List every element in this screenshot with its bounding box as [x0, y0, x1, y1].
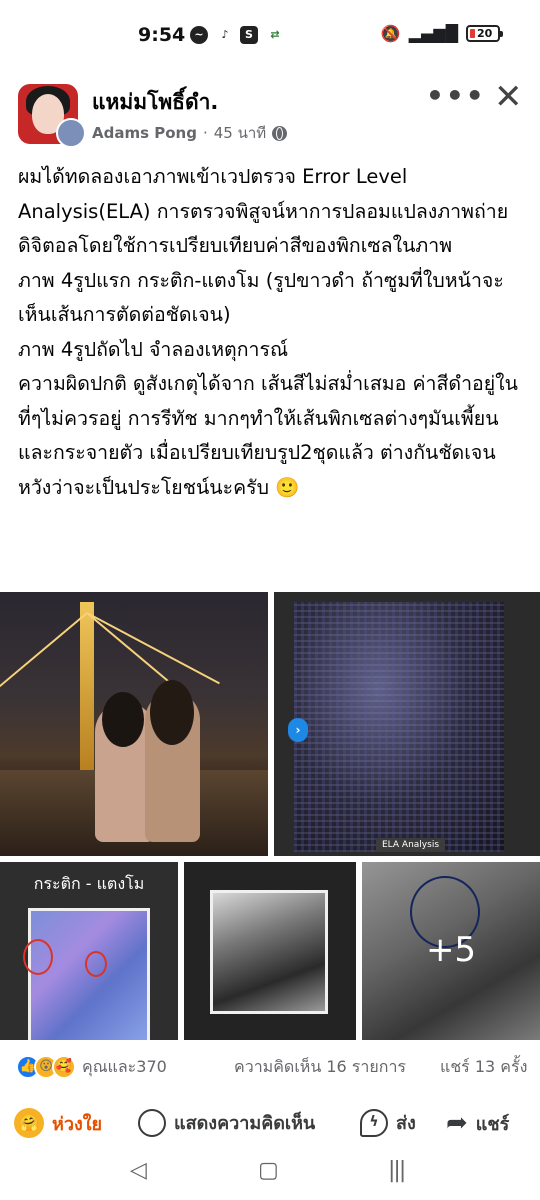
photo-3[interactable]: กระติก - แตงโม — [0, 862, 178, 1040]
photo-4[interactable] — [184, 862, 356, 1040]
globe-icon — [272, 125, 288, 141]
battery-icon: 20 — [466, 25, 503, 42]
reactions-row: 👍 😮 🥰 คุณและ370 ความคิดเห็น 16 รายการ แช… — [16, 1052, 536, 1082]
status-bar: 9:54 ~ ♪ S ⇄ 🔕 ▂▄▆█ 20 — [0, 0, 540, 66]
ela-thumbnail — [23, 908, 150, 1040]
tiktok-icon: ♪ — [216, 26, 234, 44]
send-button[interactable]: ϟ ส่ง — [360, 1108, 416, 1137]
care-button[interactable]: 🤗 ห่วงใย — [14, 1108, 102, 1138]
meta-separator: · — [202, 124, 208, 142]
comment-label: แสดงความคิดเห็น — [174, 1113, 316, 1134]
group-name[interactable]: แหม่มโพธิ์ดำ. — [92, 86, 218, 119]
messenger-send-icon: ϟ — [360, 1108, 388, 1137]
more-photos-count: +5 — [425, 930, 477, 970]
share-count[interactable]: แชร์ 13 ครั้ง — [440, 1055, 527, 1080]
comment-button[interactable]: แสดงความคิดเห็น — [138, 1108, 315, 1137]
post-time[interactable]: 45 นาที — [214, 121, 266, 145]
photo-2-ela[interactable]: › ELA Analysis — [274, 592, 540, 856]
post-meta: Adams Pong · 45 นาที — [92, 121, 288, 145]
reaction-count[interactable]: คุณและ370 — [82, 1055, 167, 1080]
send-label: ส่ง — [396, 1113, 416, 1134]
author-name[interactable]: Adams Pong — [92, 124, 197, 142]
photo-1[interactable] — [0, 592, 268, 856]
messenger-icon: ~ — [190, 26, 208, 44]
care-icon: 🤗 — [14, 1108, 44, 1138]
mute-icon: 🔕 — [380, 24, 401, 43]
share-icon: ➦ — [446, 1108, 468, 1138]
close-icon[interactable]: ✕ — [494, 80, 523, 114]
signal-icon: ▂▄▆█ — [408, 24, 458, 43]
back-icon[interactable]: ◁ — [130, 1158, 147, 1183]
comment-icon — [138, 1108, 166, 1137]
ela-label: ELA Analysis — [376, 838, 446, 852]
recents-icon[interactable]: ||| — [388, 1158, 406, 1183]
photo-5-more[interactable]: +5 — [362, 862, 540, 1040]
more-options-button[interactable]: ••• — [426, 82, 486, 110]
share-button[interactable]: ➦ แชร์ — [446, 1108, 509, 1138]
post-header: แหม่มโพธิ์ดำ. Adams Pong · 45 นาที ••• ✕ — [0, 78, 540, 148]
bw-thumbnail — [210, 890, 328, 1014]
home-icon[interactable]: ▢ — [258, 1158, 279, 1183]
status-time: 9:54 — [138, 24, 186, 46]
comment-count[interactable]: ความคิดเห็น 16 รายการ — [234, 1055, 406, 1080]
action-bar: 🤗 ห่วงใย แสดงความคิดเห็น ϟ ส่ง ➦ แชร์ — [0, 1104, 540, 1146]
s-app-icon: S — [240, 26, 258, 44]
author-avatar[interactable] — [56, 118, 86, 148]
system-navbar: ◁ ▢ ||| — [0, 1148, 540, 1200]
status-right: 🔕 ▂▄▆█ 20 — [380, 24, 503, 43]
photo-caption: กระติก - แตงโม — [33, 874, 145, 893]
ela-image — [294, 602, 504, 852]
sync-icon: ⇄ — [266, 26, 284, 44]
chevron-right-icon[interactable]: › — [288, 718, 308, 742]
post-text: ผมได้ทดลองเอาภาพเข้าเวปตรวจ Error Level … — [18, 165, 519, 499]
share-label: แชร์ — [475, 1113, 510, 1135]
care-reaction-icon[interactable]: 🥰 — [52, 1055, 76, 1079]
care-label: ห่วงใย — [52, 1113, 103, 1135]
